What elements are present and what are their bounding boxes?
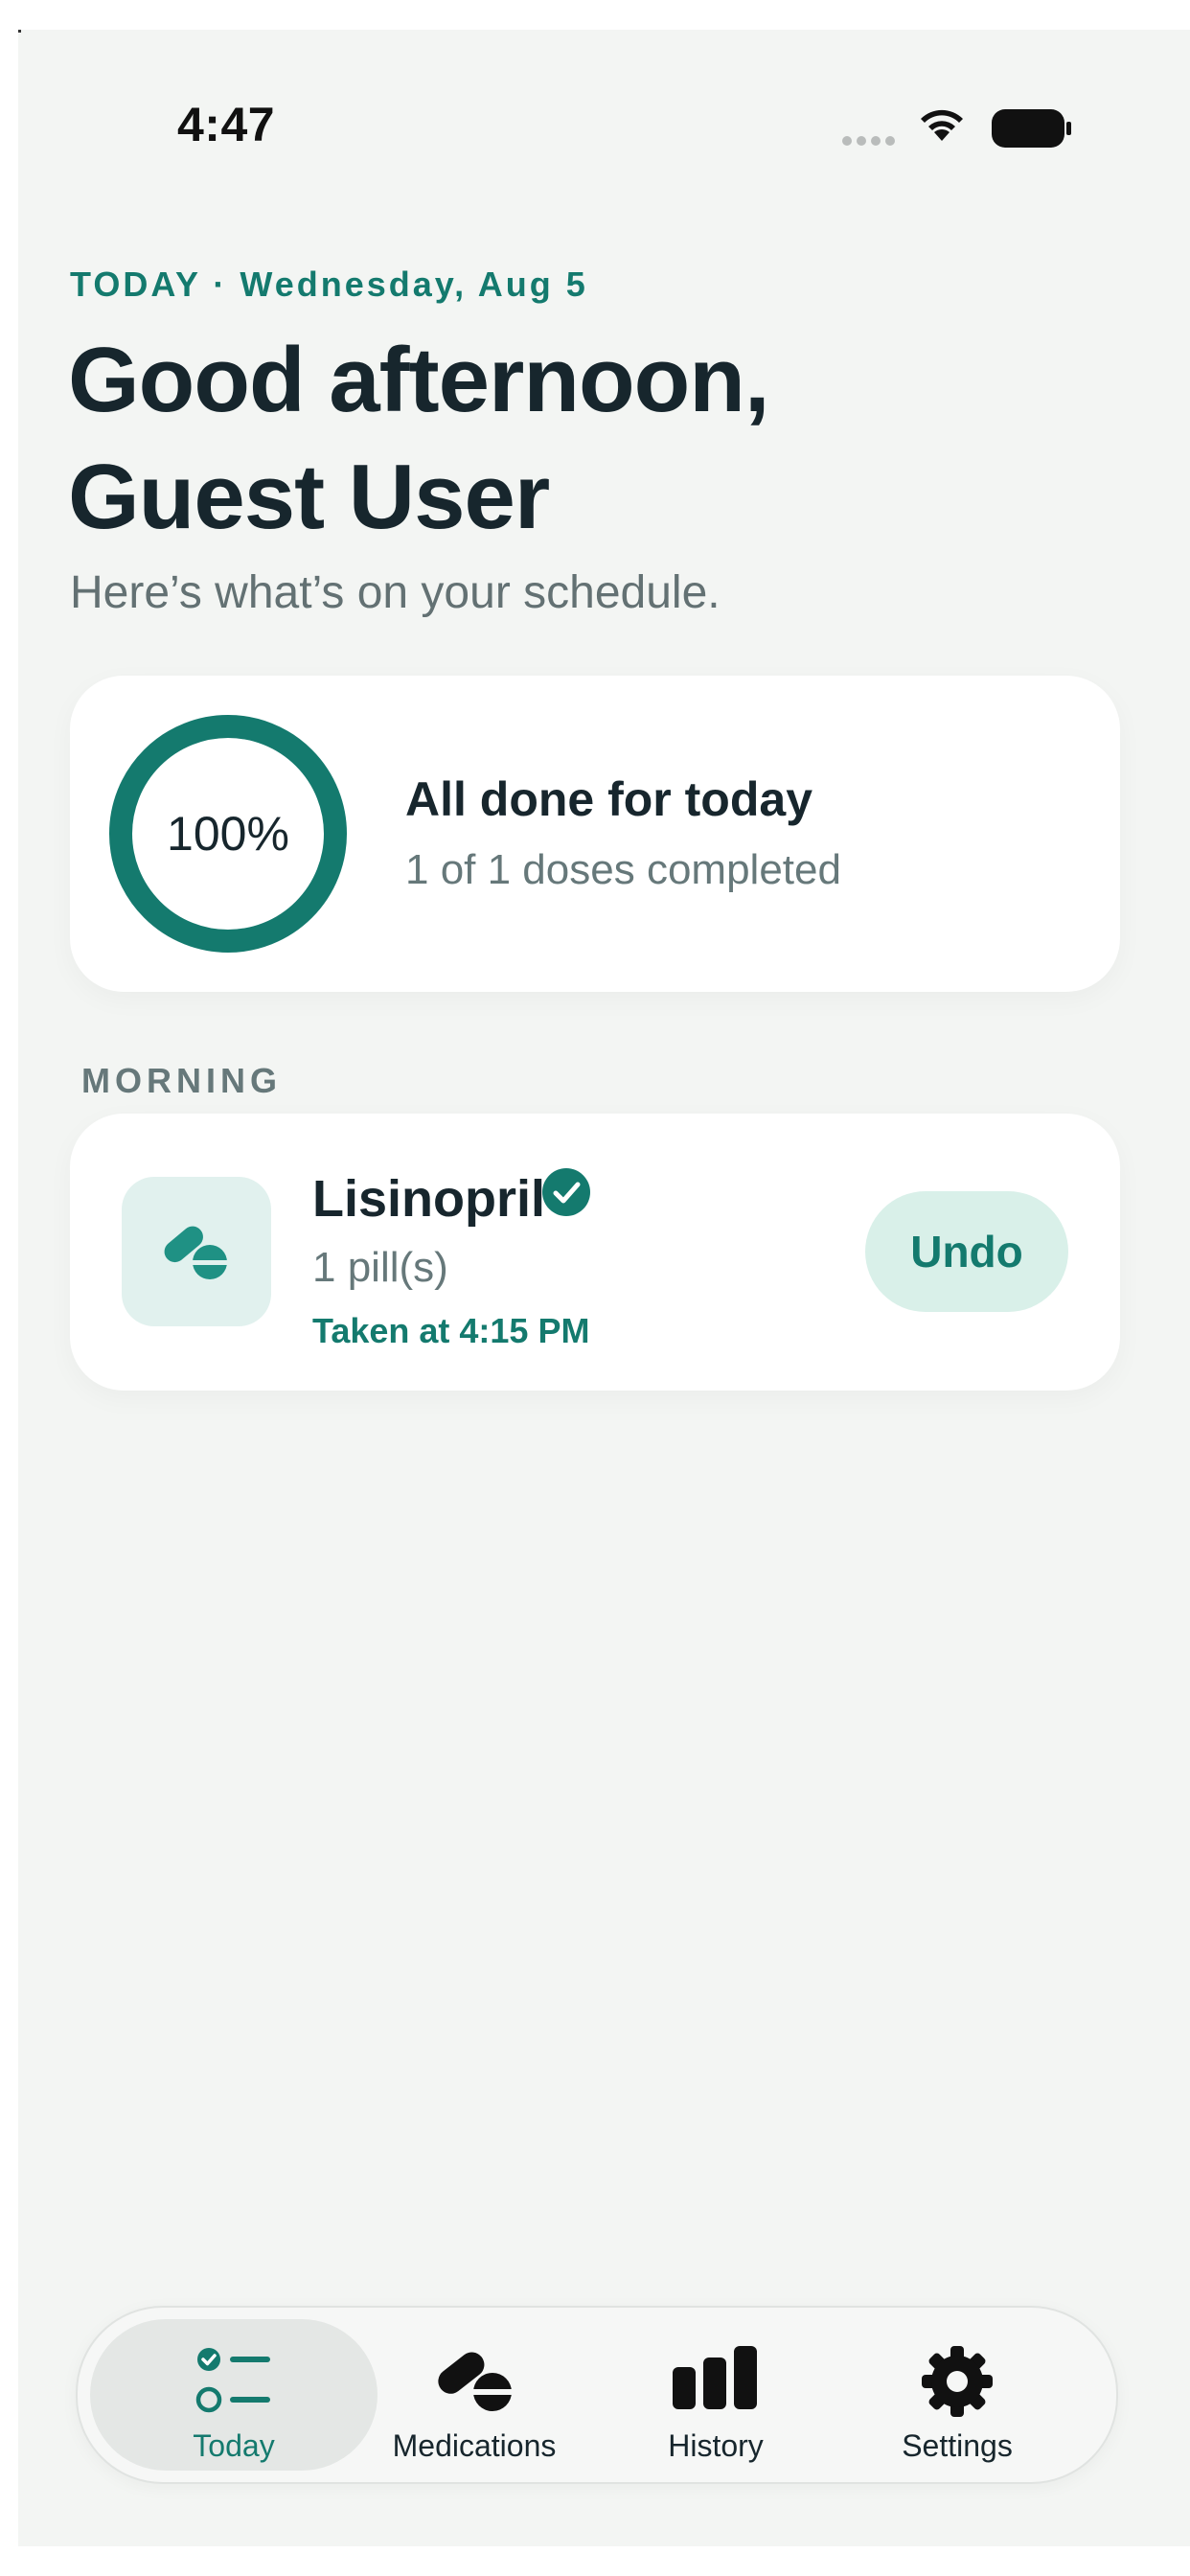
status-time: 4:47	[177, 98, 276, 151]
pill-icon	[438, 2352, 514, 2411]
corner-mark	[18, 30, 21, 33]
progress-summary-card: 100% All done for today 1 of 1 doses com…	[70, 676, 1120, 992]
page-subtitle: Here’s what’s on your schedule.	[70, 567, 721, 618]
medication-icon-tile	[122, 1177, 271, 1326]
tab-settings[interactable]: Settings	[813, 2319, 1101, 2471]
page-title: Good afternoon, Guest User	[68, 322, 770, 556]
app-screen: 4:47 TODAY · Wednesday, Aug 5 Good after…	[18, 30, 1190, 2546]
undo-button[interactable]: Undo	[865, 1191, 1068, 1312]
medication-name: Lisinopril	[312, 1170, 545, 1228]
bar-chart-icon	[673, 2346, 757, 2409]
medication-dose: 1 pill(s)	[312, 1244, 448, 1291]
date-eyebrow: TODAY · Wednesday, Aug 5	[70, 264, 588, 304]
section-label-morning: MORNING	[81, 1061, 282, 1100]
greeting-line-1: Good afternoon,	[68, 329, 770, 431]
gear-icon	[922, 2346, 993, 2417]
cellular-signal-icon	[842, 133, 900, 150]
medication-taken-time: Taken at 4:15 PM	[312, 1311, 590, 1350]
checklist-icon	[195, 2348, 270, 2413]
tab-bar: Today Medications History Settings	[76, 2306, 1118, 2484]
taken-check-icon	[542, 1168, 590, 1216]
summary-title: All done for today	[405, 772, 812, 826]
summary-subtitle: 1 of 1 doses completed	[405, 846, 841, 893]
greeting-line-2: Guest User	[68, 446, 550, 548]
medication-card[interactable]: Lisinopril 1 pill(s) Taken at 4:15 PM Un…	[70, 1114, 1120, 1391]
wifi-icon	[921, 109, 963, 141]
progress-percent: 100%	[167, 807, 289, 861]
pill-icon	[164, 1226, 228, 1279]
tab-label: Settings	[902, 2428, 1013, 2463]
battery-icon	[992, 109, 1071, 148]
